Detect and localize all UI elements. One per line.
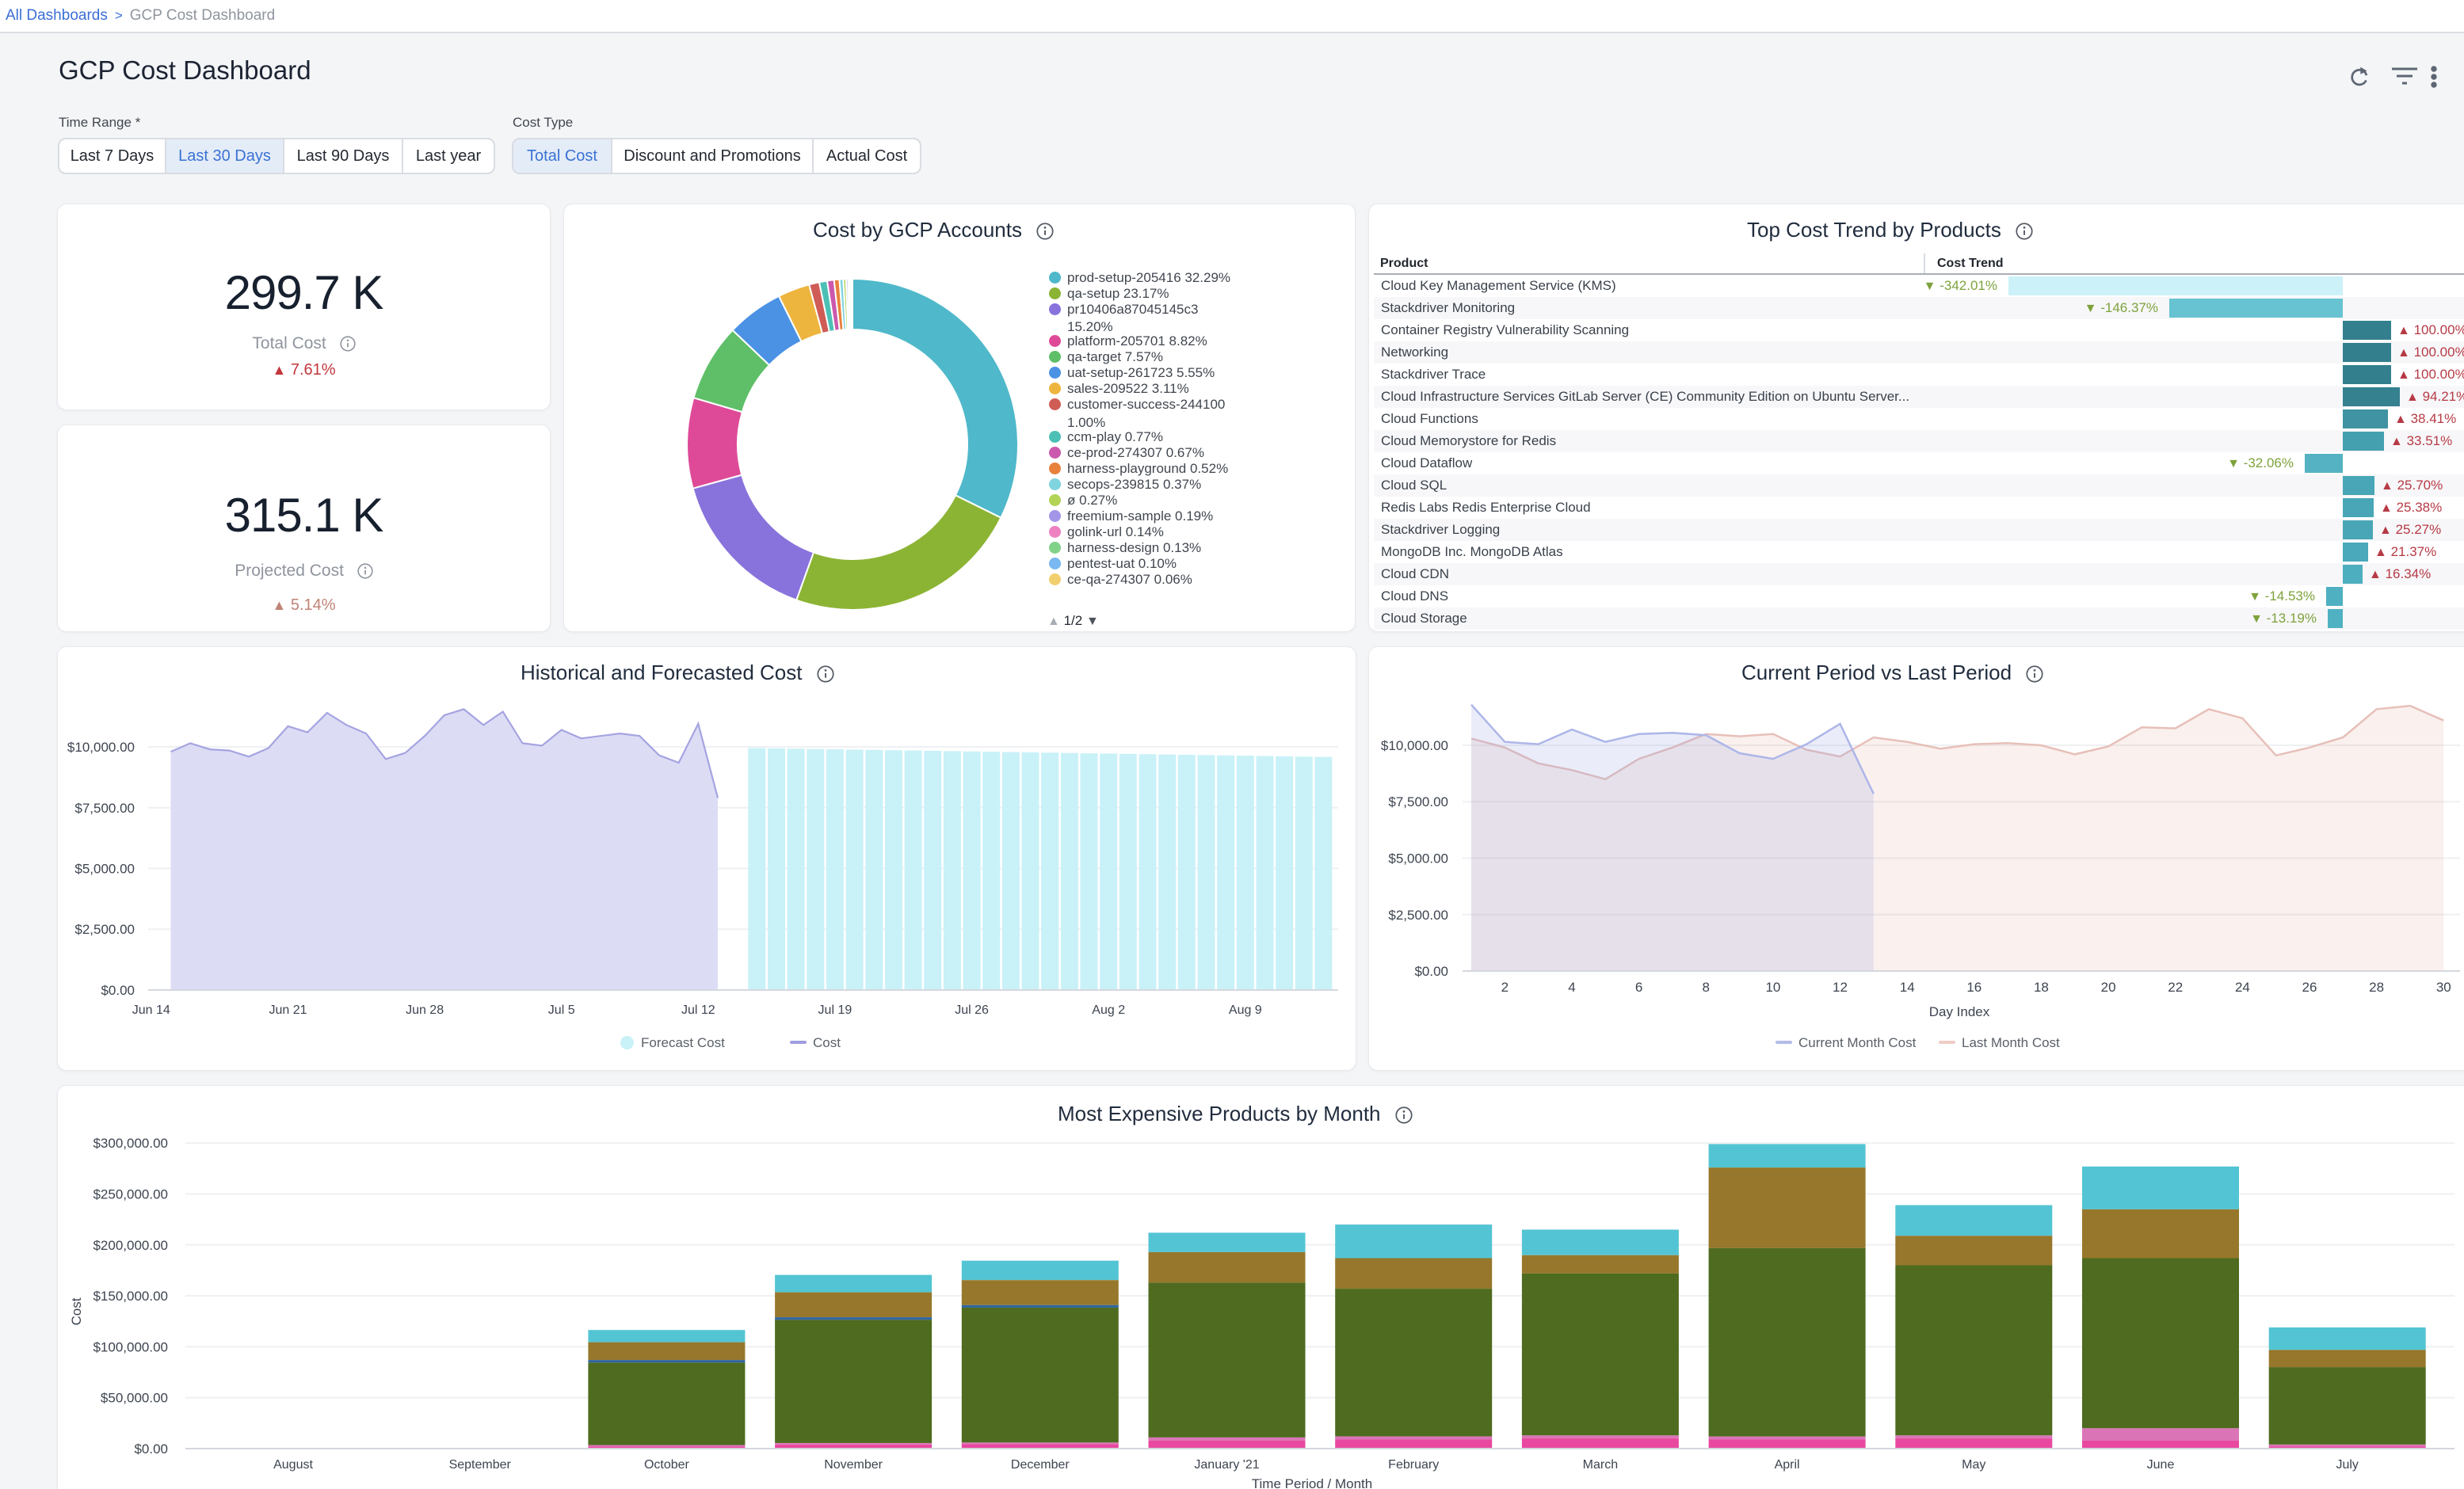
svg-text:Time Period / Month: Time Period / Month	[1252, 1476, 1372, 1489]
svg-text:$2,500.00: $2,500.00	[1388, 908, 1448, 923]
svg-text:10: 10	[1765, 980, 1780, 995]
svg-text:26: 26	[2302, 980, 2317, 995]
svg-text:June: June	[2147, 1458, 2175, 1472]
svg-text:Jul 26: Jul 26	[955, 1003, 989, 1017]
svg-text:$100,000.00: $100,000.00	[93, 1339, 168, 1354]
svg-text:Day Index: Day Index	[1929, 1004, 1990, 1019]
svg-text:December: December	[1011, 1458, 1070, 1472]
svg-text:18: 18	[2034, 980, 2049, 995]
svg-text:22: 22	[2168, 980, 2183, 995]
svg-text:May: May	[1962, 1458, 1985, 1472]
svg-text:8: 8	[1702, 980, 1709, 995]
svg-text:September: September	[449, 1458, 512, 1472]
svg-text:Cost: Cost	[69, 1297, 84, 1325]
svg-text:$7,500.00: $7,500.00	[74, 801, 135, 816]
svg-text:Jul 19: Jul 19	[818, 1003, 852, 1017]
svg-text:October: October	[644, 1458, 690, 1472]
svg-text:14: 14	[1900, 980, 1915, 995]
svg-text:$5,000.00: $5,000.00	[74, 862, 135, 877]
svg-text:$300,000.00: $300,000.00	[93, 1136, 168, 1151]
svg-text:$2,500.00: $2,500.00	[74, 922, 135, 937]
svg-text:$250,000.00: $250,000.00	[93, 1187, 168, 1202]
svg-text:March: March	[1583, 1458, 1618, 1472]
svg-text:16: 16	[1966, 980, 1981, 995]
svg-text:24: 24	[2235, 980, 2250, 995]
svg-text:Jun 14: Jun 14	[132, 1003, 170, 1017]
svg-text:February: February	[1388, 1458, 1439, 1472]
svg-text:$10,000.00: $10,000.00	[67, 740, 135, 755]
svg-text:Jun 21: Jun 21	[269, 1003, 307, 1017]
svg-text:$10,000.00: $10,000.00	[1381, 738, 1448, 753]
svg-text:30: 30	[2436, 980, 2451, 995]
svg-text:$0.00: $0.00	[101, 983, 135, 998]
svg-text:$200,000.00: $200,000.00	[93, 1238, 168, 1253]
svg-text:Jul 12: Jul 12	[681, 1003, 715, 1017]
svg-text:4: 4	[1568, 980, 1575, 995]
svg-text:6: 6	[1635, 980, 1642, 995]
svg-text:Jun 28: Jun 28	[406, 1003, 444, 1017]
svg-text:$150,000.00: $150,000.00	[93, 1289, 168, 1304]
svg-text:$0.00: $0.00	[1414, 964, 1448, 979]
svg-text:November: November	[824, 1458, 883, 1472]
svg-text:Aug 2: Aug 2	[1092, 1003, 1125, 1017]
svg-text:$0.00: $0.00	[134, 1441, 168, 1457]
svg-text:January '21: January '21	[1194, 1458, 1259, 1472]
svg-text:$7,500.00: $7,500.00	[1388, 794, 1448, 809]
svg-text:Jul 5: Jul 5	[548, 1003, 575, 1017]
svg-text:July: July	[2336, 1458, 2358, 1472]
svg-text:2: 2	[1501, 980, 1509, 995]
svg-text:April: April	[1775, 1458, 1800, 1472]
svg-text:August: August	[273, 1458, 313, 1472]
svg-text:$5,000.00: $5,000.00	[1388, 851, 1448, 866]
svg-text:$50,000.00: $50,000.00	[101, 1391, 168, 1406]
svg-text:20: 20	[2101, 980, 2116, 995]
svg-text:28: 28	[2369, 980, 2384, 995]
svg-text:12: 12	[1833, 980, 1848, 995]
svg-text:Aug 9: Aug 9	[1229, 1003, 1262, 1017]
